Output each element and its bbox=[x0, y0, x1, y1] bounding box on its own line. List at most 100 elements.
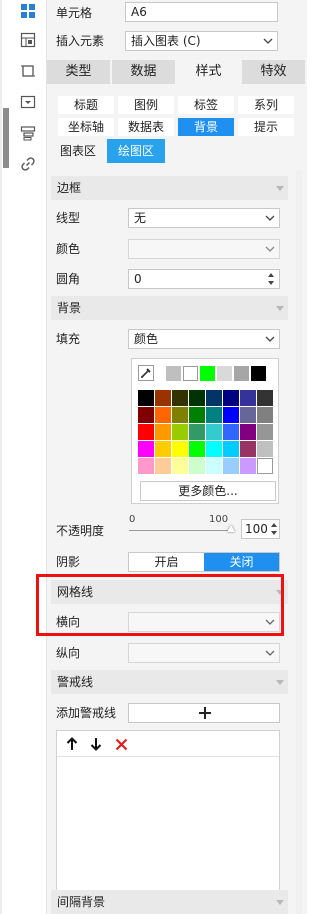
panel-scrollbar[interactable] bbox=[296, 170, 302, 914]
more-colors-button[interactable]: 更多颜色... bbox=[140, 481, 276, 501]
vertical-grid-label: 纵向 bbox=[56, 646, 81, 660]
color-swatch[interactable] bbox=[138, 390, 154, 406]
cell-input[interactable]: A6 bbox=[125, 2, 278, 22]
subtab-axis[interactable]: 坐标轴 bbox=[58, 118, 114, 136]
color-swatch[interactable] bbox=[251, 366, 266, 381]
color-swatch[interactable] bbox=[189, 458, 205, 474]
insert-element-select[interactable]: 插入图表 (C) bbox=[125, 31, 278, 51]
radius-input[interactable]: 0 bbox=[128, 269, 280, 289]
color-swatch[interactable] bbox=[172, 441, 188, 457]
spinner-icon[interactable] bbox=[270, 521, 278, 537]
main-tabs: 类型 数据 样式 特效 bbox=[47, 60, 307, 84]
opacity-slider-track[interactable] bbox=[129, 530, 233, 531]
color-swatch[interactable] bbox=[155, 458, 171, 474]
chevron-down-icon bbox=[265, 336, 275, 342]
opacity-slider-thumb[interactable] bbox=[227, 525, 235, 532]
chevron-down-icon bbox=[265, 246, 275, 252]
color-swatch[interactable] bbox=[223, 390, 239, 406]
color-swatch[interactable] bbox=[189, 441, 205, 457]
add-warning-button[interactable] bbox=[128, 703, 280, 723]
shadow-on-button[interactable]: 开启 bbox=[129, 553, 204, 571]
color-swatch[interactable] bbox=[172, 458, 188, 474]
subtab-datatable[interactable]: 数据表 bbox=[118, 118, 174, 136]
tab-chart-area[interactable]: 图表区 bbox=[51, 139, 105, 163]
link-icon[interactable] bbox=[17, 153, 39, 175]
fill-select[interactable]: 颜色 bbox=[128, 329, 280, 349]
color-swatch[interactable] bbox=[155, 390, 171, 406]
tab-plot-area[interactable]: 绘图区 bbox=[107, 139, 165, 163]
color-swatch[interactable] bbox=[217, 366, 232, 381]
color-swatch[interactable] bbox=[138, 424, 154, 440]
color-swatch[interactable] bbox=[206, 441, 222, 457]
subtab-title[interactable]: 标题 bbox=[58, 96, 114, 114]
warning-line-list bbox=[56, 730, 280, 900]
warning-section-header[interactable]: 警戒线 bbox=[51, 670, 288, 694]
line-type-row: 线型 无 bbox=[51, 205, 288, 231]
color-swatch[interactable] bbox=[223, 458, 239, 474]
shadow-off-button[interactable]: 关闭 bbox=[204, 553, 279, 571]
subtab-series[interactable]: 系列 bbox=[238, 96, 294, 114]
color-swatch[interactable] bbox=[257, 441, 273, 457]
border-section-header[interactable]: 边框 bbox=[51, 176, 288, 200]
delete-x-icon[interactable] bbox=[112, 735, 130, 753]
color-swatch[interactable] bbox=[206, 390, 222, 406]
color-swatch[interactable] bbox=[155, 441, 171, 457]
color-swatch[interactable] bbox=[155, 407, 171, 423]
color-swatch[interactable] bbox=[189, 424, 205, 440]
icon-toolbar bbox=[9, 0, 47, 914]
color-swatch[interactable] bbox=[240, 458, 256, 474]
color-swatch[interactable] bbox=[257, 424, 273, 440]
color-swatch[interactable] bbox=[206, 407, 222, 423]
color-swatch[interactable] bbox=[172, 390, 188, 406]
condition-icon[interactable] bbox=[17, 122, 39, 144]
tab-data[interactable]: 数据 bbox=[112, 60, 177, 84]
opacity-input[interactable]: 100 bbox=[241, 519, 280, 539]
tab-style[interactable]: 样式 bbox=[177, 60, 242, 84]
arrow-up-icon[interactable] bbox=[63, 735, 81, 753]
insert-label: 插入元素 bbox=[56, 34, 105, 48]
color-swatch[interactable] bbox=[240, 407, 256, 423]
color-swatch[interactable] bbox=[138, 441, 154, 457]
subtab-legend[interactable]: 图例 bbox=[118, 96, 174, 114]
tab-effects[interactable]: 特效 bbox=[242, 60, 307, 84]
widget-icon[interactable] bbox=[17, 91, 39, 113]
color-swatch[interactable] bbox=[206, 458, 222, 474]
stripe-section-header[interactable]: 间隔背景 bbox=[51, 890, 288, 914]
color-swatch[interactable] bbox=[234, 366, 249, 381]
subtab-label[interactable]: 标签 bbox=[178, 96, 234, 114]
color-swatch[interactable] bbox=[240, 424, 256, 440]
color-swatch[interactable] bbox=[138, 458, 154, 474]
color-swatch[interactable] bbox=[257, 407, 273, 423]
color-swatch[interactable] bbox=[257, 458, 273, 474]
color-swatch[interactable] bbox=[138, 407, 154, 423]
subtab-tooltip[interactable]: 提示 bbox=[238, 118, 294, 136]
layout-grid-icon[interactable] bbox=[17, 0, 39, 22]
tab-type[interactable]: 类型 bbox=[47, 60, 112, 84]
color-swatch[interactable] bbox=[206, 424, 222, 440]
color-swatch[interactable] bbox=[166, 366, 181, 381]
color-swatch[interactable] bbox=[155, 424, 171, 440]
color-swatch[interactable] bbox=[172, 407, 188, 423]
color-swatch[interactable] bbox=[240, 390, 256, 406]
color-swatch[interactable] bbox=[240, 441, 256, 457]
vertical-grid-select[interactable] bbox=[128, 643, 280, 663]
color-swatch[interactable] bbox=[223, 441, 239, 457]
arrow-down-icon[interactable] bbox=[87, 735, 105, 753]
line-type-select[interactable]: 无 bbox=[128, 208, 280, 228]
subtab-background[interactable]: 背景 bbox=[178, 118, 234, 136]
background-section-header[interactable]: 背景 bbox=[51, 296, 288, 320]
color-swatch[interactable] bbox=[223, 424, 239, 440]
spinner-icon[interactable] bbox=[266, 271, 276, 287]
color-swatch[interactable] bbox=[189, 407, 205, 423]
border-color-select[interactable] bbox=[128, 239, 280, 259]
cell-element-icon[interactable] bbox=[17, 29, 39, 51]
color-swatch[interactable] bbox=[223, 407, 239, 423]
collapse-icon bbox=[276, 186, 284, 191]
color-swatch[interactable] bbox=[257, 390, 273, 406]
eyedropper-icon[interactable] bbox=[138, 365, 154, 381]
color-swatch[interactable] bbox=[189, 390, 205, 406]
color-swatch[interactable] bbox=[200, 366, 215, 381]
color-swatch[interactable] bbox=[172, 424, 188, 440]
color-swatch[interactable] bbox=[183, 366, 198, 381]
crop-frame-icon[interactable] bbox=[17, 60, 39, 82]
